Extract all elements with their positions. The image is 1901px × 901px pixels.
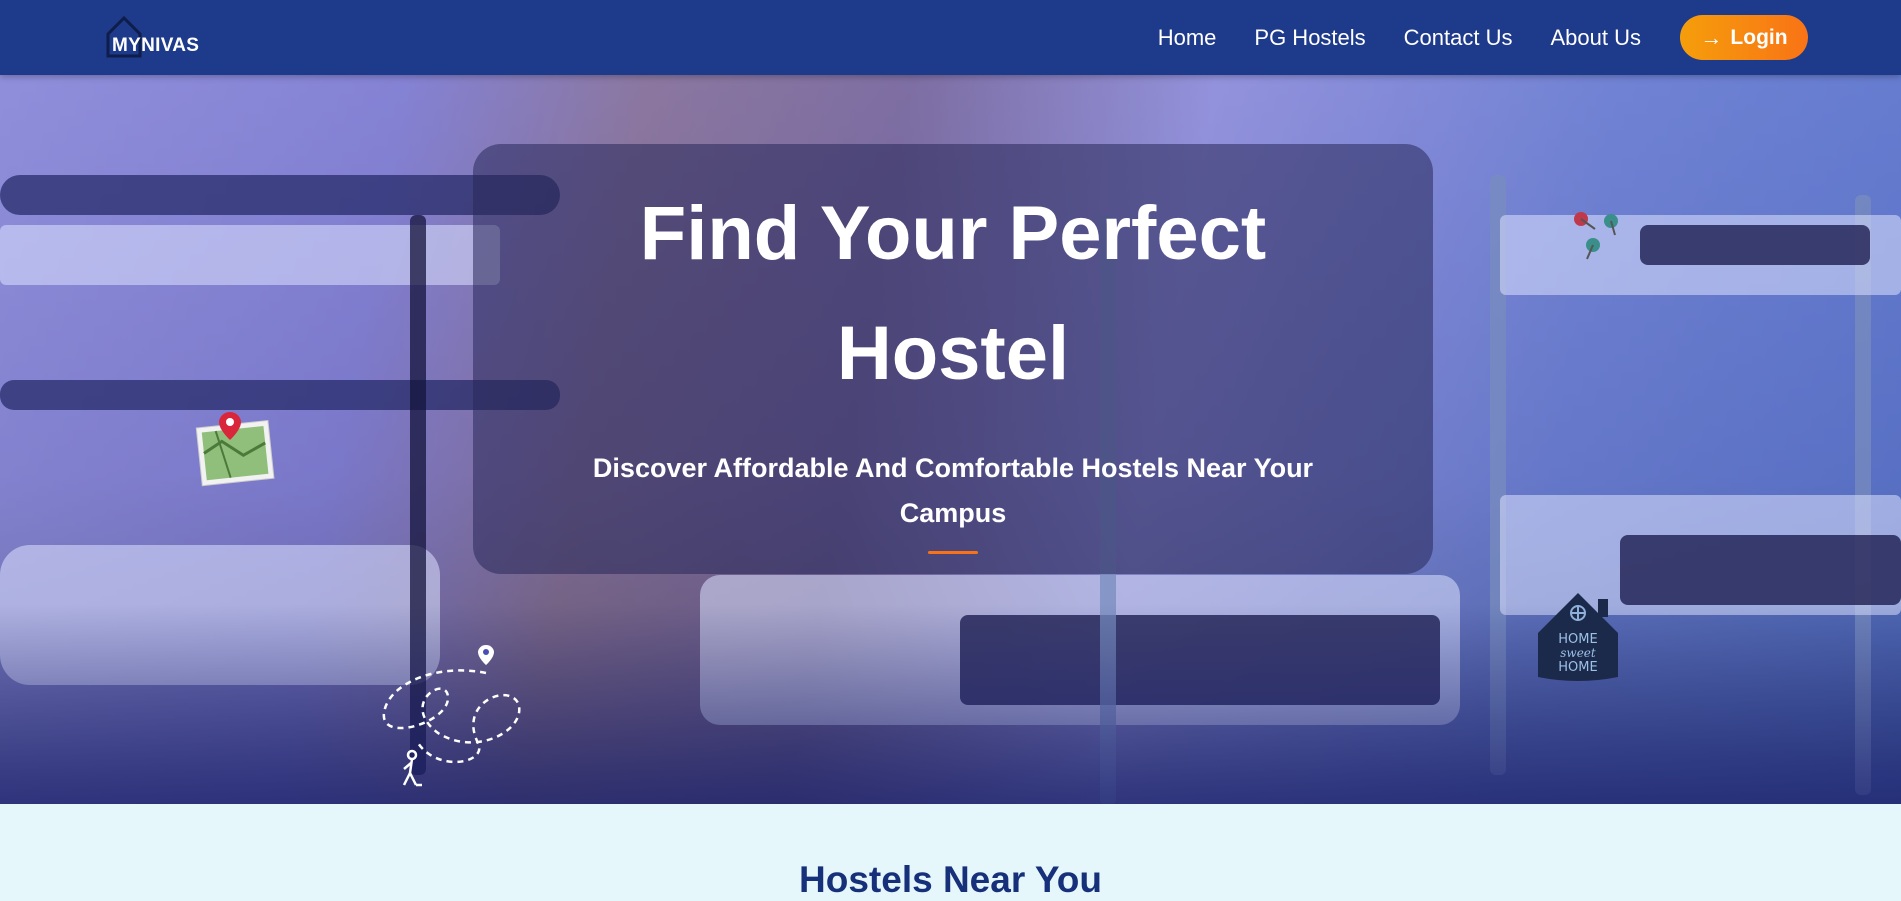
svg-text:HOME: HOME <box>1558 660 1597 675</box>
home-sweet-home-icon: HOME sweet HOME <box>1538 593 1618 681</box>
svg-text:HOME: HOME <box>1558 632 1597 647</box>
nav-link-home[interactable]: Home <box>1158 25 1217 51</box>
svg-text:sweet: sweet <box>1560 646 1596 660</box>
nav-link-pg-hostels[interactable]: PG Hostels <box>1254 25 1365 51</box>
push-pins-icon <box>1574 212 1618 260</box>
map-pin-icon <box>195 412 275 487</box>
main-nav: Home PG Hostels Contact Us About Us <box>1120 0 1641 75</box>
login-label: Login <box>1730 25 1788 49</box>
hero-card: Find Your Perfect Hostel Discover Afford… <box>473 144 1433 574</box>
blanket-right-top <box>1640 225 1870 265</box>
login-button[interactable]: → Login <box>1680 15 1808 60</box>
section-title-hostels-near-you: Hostels Near You <box>799 859 1102 900</box>
nav-link-about-us[interactable]: About Us <box>1551 25 1642 51</box>
arrow-right-icon: → <box>1700 24 1723 50</box>
blanket-right-bottom <box>1620 535 1901 605</box>
brand-name: MYNIVAS <box>112 35 200 56</box>
hero-underline <box>928 551 978 554</box>
dotted-trail-icon <box>382 645 521 787</box>
hero-section: HOME sweet HOME Find Your Perfect Hostel… <box>0 75 1901 804</box>
brand-logo[interactable]: MYNIVAS <box>104 14 204 58</box>
navbar: MYNIVAS Home PG Hostels Contact Us About… <box>0 0 1901 75</box>
hero-title: Find Your Perfect Hostel <box>639 191 1267 396</box>
hero-subtitle: Discover Affordable And Comfortable Host… <box>592 453 1314 528</box>
nav-link-contact-us[interactable]: Contact Us <box>1404 25 1513 51</box>
